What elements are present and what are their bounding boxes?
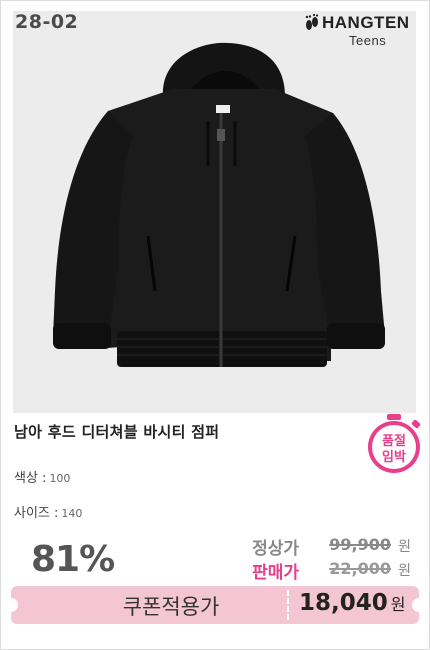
coupon-currency: 원 <box>390 595 406 614</box>
discount-rate: 81% <box>31 539 115 580</box>
sale-price-label: 판매가 <box>252 563 299 583</box>
jacket-illustration <box>53 42 385 367</box>
option-color: 색상 :100 <box>14 467 70 486</box>
sale-price: 22,000 <box>329 559 391 578</box>
coupon-final-price: 18,040 원 <box>299 590 406 616</box>
brand-name: HANGTEN <box>322 13 410 32</box>
color-value: 100 <box>49 472 71 485</box>
coupon-price-value: 18,040 <box>299 590 388 616</box>
regular-price-currency: 원 <box>398 539 411 555</box>
coupon-label: 쿠폰적용가 <box>122 595 220 619</box>
color-label: 색상 : <box>14 471 47 486</box>
sticker-text-1: 품절 <box>382 434 406 449</box>
coupon-notch-right <box>412 598 426 612</box>
size-value: 140 <box>61 507 83 520</box>
size-label: 사이즈 : <box>14 506 59 521</box>
coupon-divider <box>287 590 289 620</box>
option-size: 사이즈 :140 <box>14 502 82 521</box>
regular-price: 99,900 <box>329 535 391 554</box>
coupon-notch-left <box>4 598 18 612</box>
coupon-price-bar[interactable]: 쿠폰적용가 18,040 원 <box>4 586 426 624</box>
product-code: 28-02 <box>15 11 79 33</box>
stopwatch-icon: 품절 임박 <box>368 414 421 473</box>
footprints-icon <box>305 14 319 30</box>
sale-price-currency: 원 <box>398 563 411 579</box>
product-card[interactable]: 28-02 HANGTEN Teens 남아 후드 디터쳐블 바시티 점퍼 품절… <box>0 0 430 650</box>
product-name[interactable]: 남아 후드 디터쳐블 바시티 점퍼 <box>14 421 219 442</box>
product-image[interactable]: 28-02 HANGTEN Teens <box>13 11 416 413</box>
sticker-text-2: 임박 <box>382 449 406 465</box>
regular-price-label: 정상가 <box>252 539 299 559</box>
